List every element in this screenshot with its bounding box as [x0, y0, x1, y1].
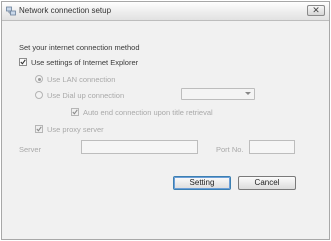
- port-label: Port No.: [216, 145, 244, 154]
- auto-end-connection-label: Auto end connection upon title retrieval: [83, 108, 213, 117]
- dialup-connection-select[interactable]: [181, 88, 255, 100]
- lan-connection-radio[interactable]: [35, 75, 43, 83]
- check-icon: [20, 59, 26, 65]
- use-ie-settings-checkbox[interactable]: [19, 58, 27, 66]
- port-input[interactable]: [249, 140, 295, 154]
- cancel-button[interactable]: Cancel: [238, 176, 296, 190]
- server-label: Server: [19, 145, 42, 154]
- use-proxy-server-checkbox[interactable]: [35, 125, 43, 133]
- dialup-connection-label: Use Dial up connection: [47, 91, 125, 100]
- use-proxy-server-label: Use proxy server: [47, 125, 104, 134]
- chevron-down-icon: [245, 92, 251, 95]
- check-icon: [36, 126, 42, 132]
- server-input[interactable]: [81, 140, 198, 154]
- use-ie-settings-label: Use settings of Internet Explorer: [31, 58, 139, 67]
- auto-end-connection-checkbox[interactable]: [71, 108, 79, 116]
- network-app-icon: [6, 6, 16, 16]
- dialup-connection-radio[interactable]: [35, 91, 43, 99]
- close-icon: ✕: [312, 5, 320, 15]
- dialog-title: Network connection setup: [19, 6, 112, 15]
- close-button[interactable]: ✕: [307, 5, 325, 16]
- title-bar: Network connection setup ✕: [2, 2, 329, 21]
- instruction-text: Set your internet connection method: [19, 43, 140, 52]
- lan-connection-label: Use LAN connection: [47, 75, 116, 84]
- check-icon: [72, 109, 78, 115]
- radio-selected-dot: [37, 77, 41, 81]
- network-setup-dialog: Network connection setup ✕ Set your inte…: [1, 1, 330, 240]
- setting-button[interactable]: Setting: [173, 176, 231, 190]
